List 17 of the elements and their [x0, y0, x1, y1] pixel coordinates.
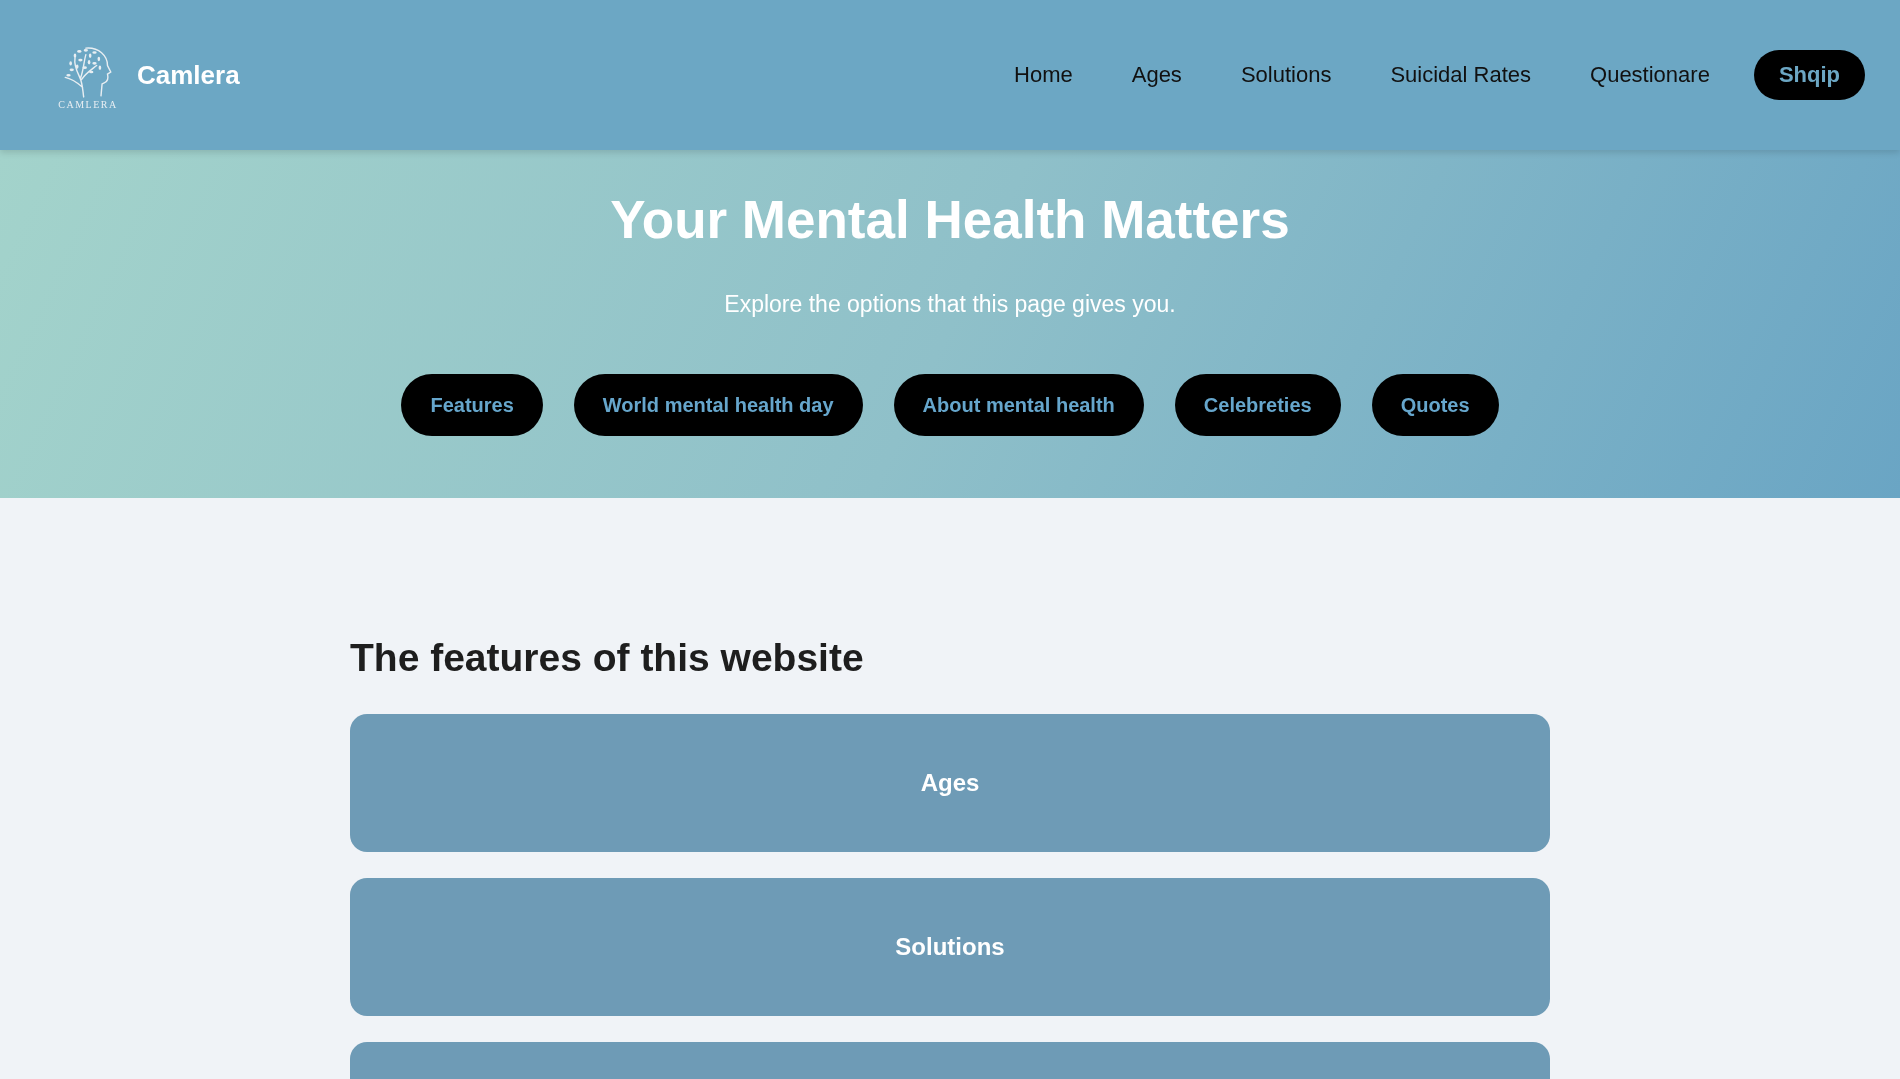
- section-button[interactable]: About mental health: [893, 374, 1144, 436]
- logo-caption: CAMLERA: [58, 98, 118, 111]
- section-heading: The features of this website: [350, 635, 865, 681]
- section-button[interactable]: Quotes: [1371, 374, 1499, 436]
- tree-head-icon: [62, 45, 114, 98]
- section-button[interactable]: Features: [401, 374, 543, 436]
- nav-link[interactable]: Home: [1014, 62, 1073, 88]
- hero-subtitle: Explore the options that this page gives you.: [724, 290, 1176, 319]
- language-button[interactable]: Shqip: [1753, 50, 1865, 100]
- nav-link[interactable]: Suicidal Rates: [1390, 62, 1532, 88]
- nav-link[interactable]: Solutions: [1240, 62, 1332, 88]
- section-button[interactable]: Celebreties: [1174, 374, 1341, 436]
- hero-title: Your Mental Health Matters: [610, 189, 1290, 251]
- nav-link[interactable]: Questionare: [1590, 62, 1710, 88]
- nav-link[interactable]: Ages: [1131, 62, 1182, 88]
- section-button[interactable]: World mental health day: [573, 374, 863, 436]
- feature-card[interactable]: [350, 1042, 1550, 1079]
